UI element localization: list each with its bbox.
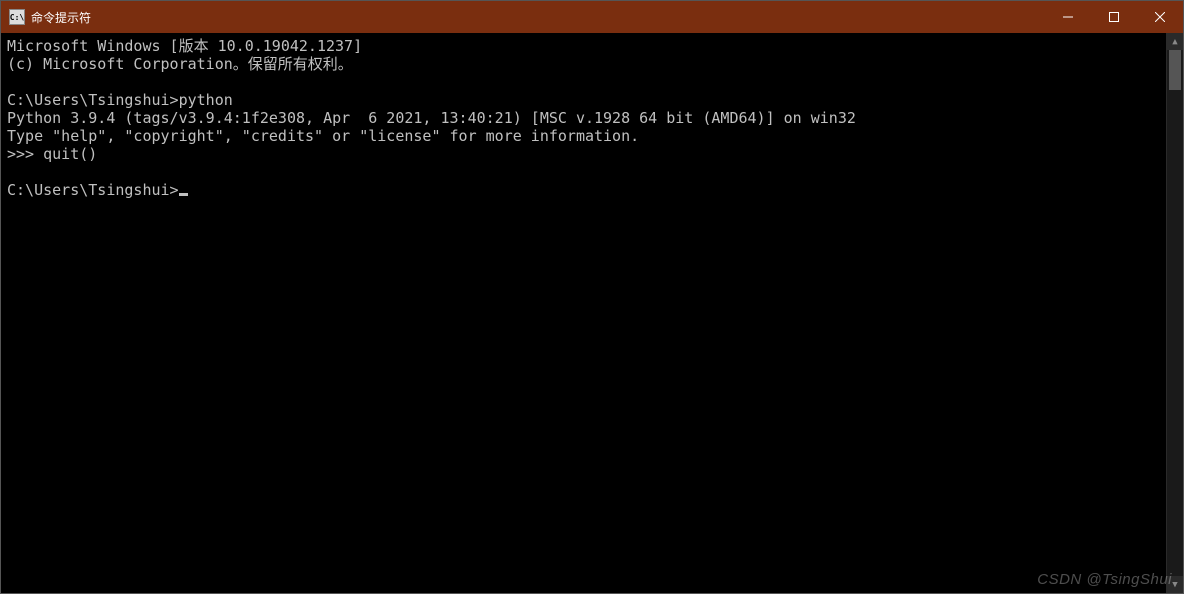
console-area: Microsoft Windows [版本 10.0.19042.1237] (…: [1, 33, 1183, 593]
cursor: [179, 193, 188, 196]
maximize-button[interactable]: [1091, 1, 1137, 33]
scroll-down-arrow[interactable]: ▼: [1167, 576, 1183, 593]
command-prompt-window: C:\ 命令提示符 Microsoft Windows [版本 10.0.190…: [0, 0, 1184, 594]
console-line: (c) Microsoft Corporation。保留所有权利。: [7, 55, 353, 73]
scroll-up-arrow[interactable]: ▲: [1167, 33, 1183, 50]
window-title: 命令提示符: [31, 9, 91, 26]
titlebar[interactable]: C:\ 命令提示符: [1, 1, 1183, 33]
console-line: Type "help", "copyright", "credits" or "…: [7, 127, 639, 145]
console-line: Microsoft Windows [版本 10.0.19042.1237]: [7, 37, 362, 55]
scroll-thumb[interactable]: [1169, 50, 1181, 90]
console-prompt: C:\Users\Tsingshui>: [7, 181, 179, 199]
console-output[interactable]: Microsoft Windows [版本 10.0.19042.1237] (…: [1, 33, 1166, 593]
window-controls: [1045, 1, 1183, 33]
title-left: C:\ 命令提示符: [1, 9, 1045, 26]
minimize-button[interactable]: [1045, 1, 1091, 33]
console-line: >>> quit(): [7, 145, 97, 163]
minimize-icon: [1063, 12, 1073, 22]
close-icon: [1155, 12, 1165, 22]
console-line: Python 3.9.4 (tags/v3.9.4:1f2e308, Apr 6…: [7, 109, 856, 127]
scroll-track[interactable]: [1167, 50, 1183, 576]
close-button[interactable]: [1137, 1, 1183, 33]
cmd-icon: C:\: [9, 9, 25, 25]
vertical-scrollbar[interactable]: ▲ ▼: [1166, 33, 1183, 593]
maximize-icon: [1109, 12, 1119, 22]
console-line: C:\Users\Tsingshui>python: [7, 91, 233, 109]
